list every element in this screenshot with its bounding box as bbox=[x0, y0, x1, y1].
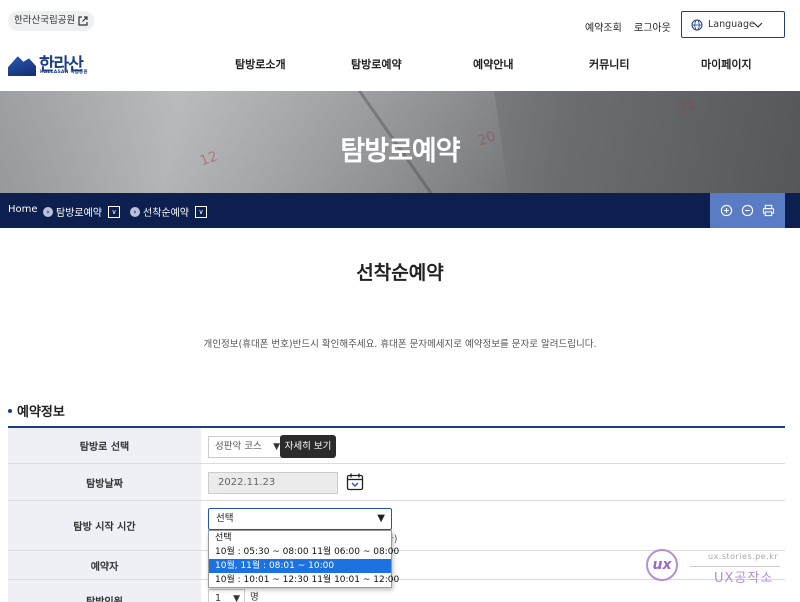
reserver-label: 예약자 bbox=[8, 551, 201, 579]
external-link-icon bbox=[78, 16, 88, 26]
caret-down-icon: ▼ bbox=[233, 594, 240, 602]
banner-title: 탐방로예약 bbox=[340, 136, 460, 167]
headcount-select[interactable]: 1 ▼ bbox=[208, 589, 245, 602]
watermark-brand: UX공작소 bbox=[714, 571, 774, 586]
breadcrumb-level2[interactable]: › 선착순예약 ∨ bbox=[130, 204, 207, 219]
trail-detail-button[interactable]: 자세히 보기 bbox=[280, 435, 336, 458]
mountain-logo-icon bbox=[8, 56, 36, 76]
form-row-trail: 탐방로 선택 성판악 코스 ▼ 자세히 보기 bbox=[8, 428, 785, 464]
start-time-value: 선택 bbox=[216, 513, 234, 524]
form-row-date: 탐방날짜 2022.11.23 bbox=[8, 464, 785, 501]
logout-link[interactable]: 로그아웃 bbox=[634, 19, 671, 34]
headcount-unit: 명 bbox=[250, 592, 259, 602]
hallasan-logo[interactable]: 한라산 HALLASAN 국립공원 bbox=[8, 54, 90, 78]
date-label: 탐방날짜 bbox=[8, 464, 201, 500]
privacy-notice: 개인정보(휴대폰 번호)반드시 확인해주세요. 휴대폰 문자메세지로 예약정보를… bbox=[203, 339, 597, 350]
print-icon[interactable] bbox=[762, 204, 775, 217]
start-time-select[interactable]: 선택 ▼ bbox=[208, 508, 392, 530]
chevron-right-icon: › bbox=[43, 206, 53, 217]
reservation-lookup-link[interactable]: 예약조회 bbox=[585, 19, 622, 34]
nav-community[interactable]: 커뮤니티 bbox=[589, 56, 629, 72]
breadcrumb-level1[interactable]: › 탐방로예약 ∨ bbox=[43, 204, 120, 219]
headcount-label: 탐방인원 bbox=[8, 580, 201, 602]
section-title-label: 예약정보 bbox=[17, 405, 65, 420]
globe-icon bbox=[691, 19, 703, 30]
breadcrumb-level2-label: 선착순예약 bbox=[143, 208, 189, 219]
hallasan-site-link[interactable]: 한라산국립공원 bbox=[8, 11, 95, 31]
sub-visual-banner: 20 21 12 탐방로예약 bbox=[0, 91, 800, 193]
start-time-option[interactable]: 10월, 11월 : 08:01 ~ 10:00 bbox=[209, 559, 391, 573]
nav-trail-reservation[interactable]: 탐방로예약 bbox=[351, 56, 402, 72]
language-select[interactable]: Language bbox=[681, 11, 785, 38]
chevron-down-icon bbox=[753, 22, 763, 28]
caret-down-icon: ▼ bbox=[377, 513, 385, 524]
breadcrumb-level1-label: 탐방로예약 bbox=[56, 208, 102, 219]
caret-down-icon: ▼ bbox=[273, 442, 280, 452]
nav-trail-intro[interactable]: 탐방로소개 bbox=[235, 56, 286, 72]
start-time-options: 선택 10월 : 05:30 ~ 08:00 11월 06:00 ~ 08:00… bbox=[208, 530, 399, 588]
trail-select-value: 성판악 코스 bbox=[215, 441, 262, 452]
page-tools bbox=[710, 193, 785, 228]
zoom-in-icon[interactable] bbox=[720, 204, 733, 217]
start-time-label: 탐방 시작 시간 bbox=[8, 501, 201, 550]
start-time-option[interactable]: 10월 : 10:01 ~ 12:30 11월 10:01 ~ 12:00 bbox=[209, 573, 399, 587]
page-title: 선착순예약 bbox=[356, 262, 444, 284]
nav-my-page[interactable]: 마이페이지 bbox=[701, 56, 752, 72]
language-label: Language bbox=[708, 19, 755, 30]
watermark-url: ux.stories.pe.kr bbox=[708, 552, 779, 561]
form-row-start-time: 탐방 시작 시간 선택 ▼ 다) bbox=[8, 501, 785, 551]
date-field[interactable]: 2022.11.23 bbox=[208, 472, 338, 494]
ux-logo-icon: ux bbox=[646, 549, 678, 581]
trail-label: 탐방로 선택 bbox=[8, 428, 201, 463]
start-time-option[interactable]: 선택 bbox=[209, 531, 391, 545]
site-link-label: 한라산국립공원 bbox=[14, 15, 76, 26]
breadcrumb: Home › 탐방로예약 ∨ › 선착순예약 ∨ bbox=[0, 193, 800, 228]
headcount-value: 1 bbox=[215, 593, 222, 602]
chevron-down-icon[interactable]: ∨ bbox=[108, 205, 120, 218]
breadcrumb-home-label: Home bbox=[8, 204, 38, 215]
breadcrumb-home[interactable]: Home bbox=[8, 204, 38, 215]
calendar-number: 21 bbox=[675, 96, 699, 118]
section-title: 예약정보 bbox=[8, 401, 65, 420]
trail-select[interactable]: 성판악 코스 ▼ bbox=[208, 436, 286, 458]
chevron-down-icon[interactable]: ∨ bbox=[195, 205, 207, 218]
chevron-right-icon: › bbox=[130, 206, 140, 217]
bullet-icon bbox=[8, 408, 12, 413]
start-time-option[interactable]: 10월 : 05:30 ~ 08:00 11월 06:00 ~ 08:00 bbox=[209, 545, 399, 559]
zoom-out-icon[interactable] bbox=[741, 204, 754, 217]
watermark: ux ux.stories.pe.kr UX공작소 bbox=[646, 549, 786, 589]
nav-reservation-guide[interactable]: 예약안내 bbox=[473, 56, 513, 72]
logo-english: HALLASAN 국립공원 bbox=[40, 70, 88, 75]
calendar-icon[interactable] bbox=[346, 472, 364, 492]
